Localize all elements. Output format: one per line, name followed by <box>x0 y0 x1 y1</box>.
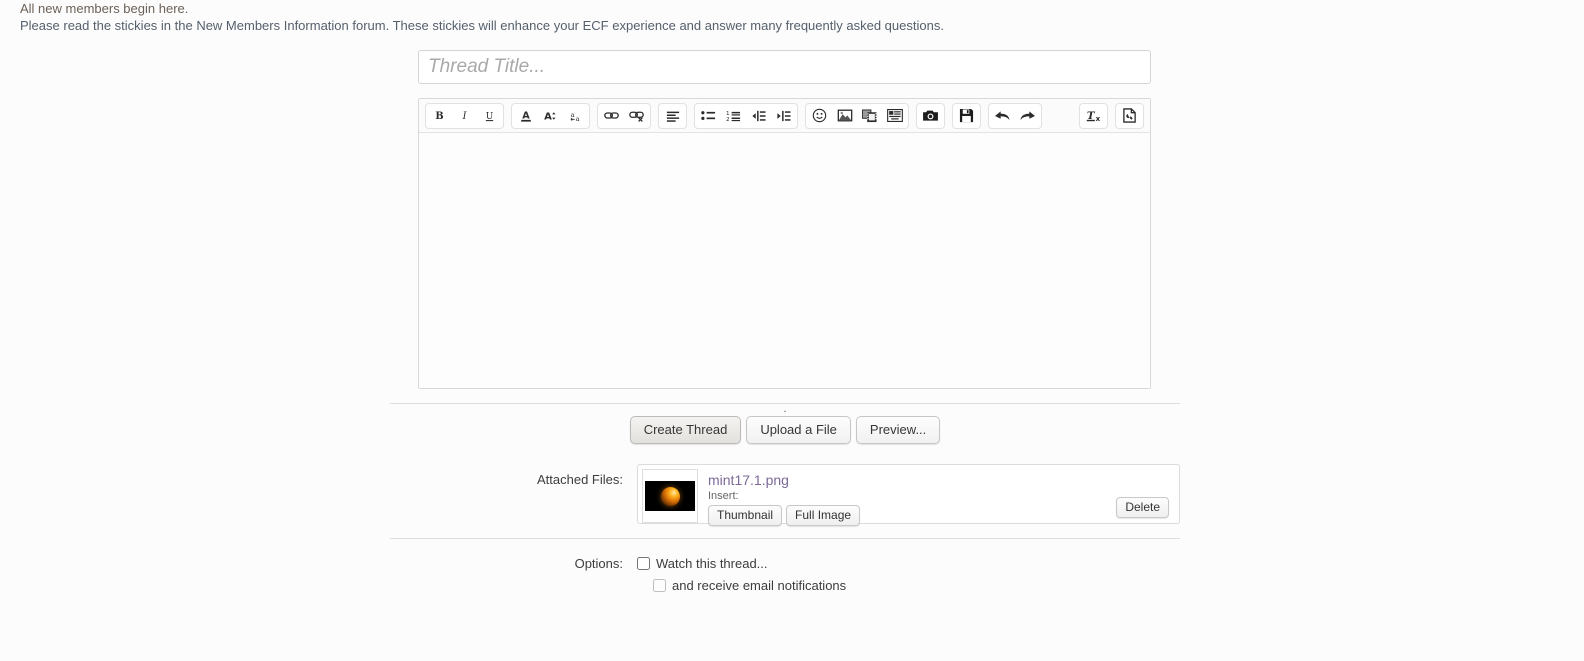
attachment-insert-buttons: Thumbnail Full Image <box>708 505 861 526</box>
toolbar-group-font: A A aa <box>511 102 590 129</box>
outdent-icon[interactable] <box>746 105 771 127</box>
thread-title-input[interactable] <box>418 50 1151 84</box>
create-thread-button[interactable]: Create Thread <box>629 416 742 444</box>
image-icon[interactable] <box>832 105 857 127</box>
italic-icon[interactable]: I <box>452 105 477 127</box>
redo-icon[interactable] <box>1015 105 1040 127</box>
divider-above-options <box>390 538 1180 539</box>
bullet-list-icon[interactable] <box>696 105 721 127</box>
toolbar-group-save <box>952 102 981 129</box>
font-family-icon[interactable]: aa <box>563 105 588 127</box>
svg-text:I: I <box>462 111 468 122</box>
text-color-icon[interactable]: A <box>513 105 538 127</box>
watch-thread-label: Watch this thread... <box>656 556 768 571</box>
align-left-icon[interactable] <box>660 105 685 127</box>
attachment-thumbnail-image <box>645 481 695 511</box>
preview-button[interactable]: Preview... <box>855 416 941 444</box>
unlink-icon[interactable] <box>624 105 649 127</box>
svg-text:1: 1 <box>726 111 730 117</box>
svg-text:x: x <box>1095 114 1100 123</box>
email-notifications-option[interactable]: and receive email notifications <box>653 578 1180 593</box>
options-body: Watch this thread... and receive email n… <box>637 556 1180 600</box>
rich-text-editor: B I U A A aa 1 2 T x <box>418 98 1151 389</box>
underline-icon[interactable]: U <box>477 105 502 127</box>
svg-text:B: B <box>435 111 443 122</box>
actions-dot: . <box>783 403 787 415</box>
svg-text:2: 2 <box>726 117 730 122</box>
email-notifications-label: and receive email notifications <box>672 578 847 593</box>
attachment-details: mint17.1.png Insert: Thumbnail Full Imag… <box>708 469 861 526</box>
attached-files-label: Attached Files: <box>537 472 623 487</box>
save-floppy-icon[interactable] <box>954 105 979 127</box>
attachment-list: mint17.1.png Insert: Thumbnail Full Imag… <box>637 464 1180 526</box>
attached-files-row: Attached Files: mint17.1.png Insert: Thu… <box>390 464 1180 526</box>
media-icon[interactable] <box>857 105 882 127</box>
action-buttons: Create Thread Upload a File Preview... <box>390 416 1180 444</box>
quote-icon[interactable] <box>882 105 907 127</box>
remove-formatting-icon[interactable]: T x <box>1081 105 1106 127</box>
attachment-thumbnail[interactable] <box>642 469 698 523</box>
indent-icon[interactable] <box>771 105 796 127</box>
notice-line-1: All new members begin here. <box>20 1 189 16</box>
camera-icon[interactable] <box>918 105 943 127</box>
toolbar-group-camera <box>916 102 945 129</box>
font-size-icon[interactable]: A <box>538 105 563 127</box>
mint-logo-orb <box>660 486 680 506</box>
smiley-icon[interactable] <box>807 105 832 127</box>
options-row: Options: Watch this thread... and receiv… <box>390 556 1180 600</box>
bold-icon[interactable]: B <box>427 105 452 127</box>
watch-thread-checkbox[interactable] <box>637 557 650 570</box>
insert-thumbnail-button[interactable]: Thumbnail <box>708 505 783 526</box>
email-notifications-checkbox[interactable] <box>653 579 666 592</box>
svg-text:a: a <box>576 115 580 123</box>
notice-line-2: Please read the stickies in the New Memb… <box>20 18 944 33</box>
svg-text:a: a <box>571 110 575 118</box>
toolbar-group-lists: 1 2 <box>694 102 798 129</box>
editor-toolbar: B I U A A aa 1 2 T x <box>419 99 1150 133</box>
svg-text:A: A <box>544 111 552 122</box>
toolbar-group-align <box>658 102 687 129</box>
toolbar-group-link <box>597 102 651 129</box>
delete-attachment-button[interactable]: Delete <box>1116 497 1169 518</box>
forum-notice: All new members begin here. Please read … <box>20 0 1220 34</box>
numbered-list-icon[interactable]: 1 2 <box>721 105 746 127</box>
toolbar-group-insert <box>805 102 909 129</box>
toolbar-group-text-style: B I U <box>425 102 504 129</box>
link-icon[interactable] <box>599 105 624 127</box>
attachment-insert-label: Insert: <box>708 490 739 502</box>
editor-content-area[interactable] <box>419 133 1150 388</box>
undo-icon[interactable] <box>990 105 1015 127</box>
insert-full-image-button[interactable]: Full Image <box>786 505 861 526</box>
toolbar-group-history <box>988 102 1042 129</box>
watch-thread-option[interactable]: Watch this thread... <box>637 556 1180 571</box>
draft-tools-icon[interactable] <box>1117 105 1142 127</box>
upload-file-button[interactable]: Upload a File <box>746 416 851 444</box>
toolbar-group-clear-format: T x <box>1079 102 1108 129</box>
attachment-filename-link[interactable]: mint17.1.png <box>708 472 789 488</box>
options-label: Options: <box>574 556 623 571</box>
toolbar-group-draft <box>1115 102 1144 129</box>
create-thread-form: B I U A A aa <box>390 50 1180 600</box>
